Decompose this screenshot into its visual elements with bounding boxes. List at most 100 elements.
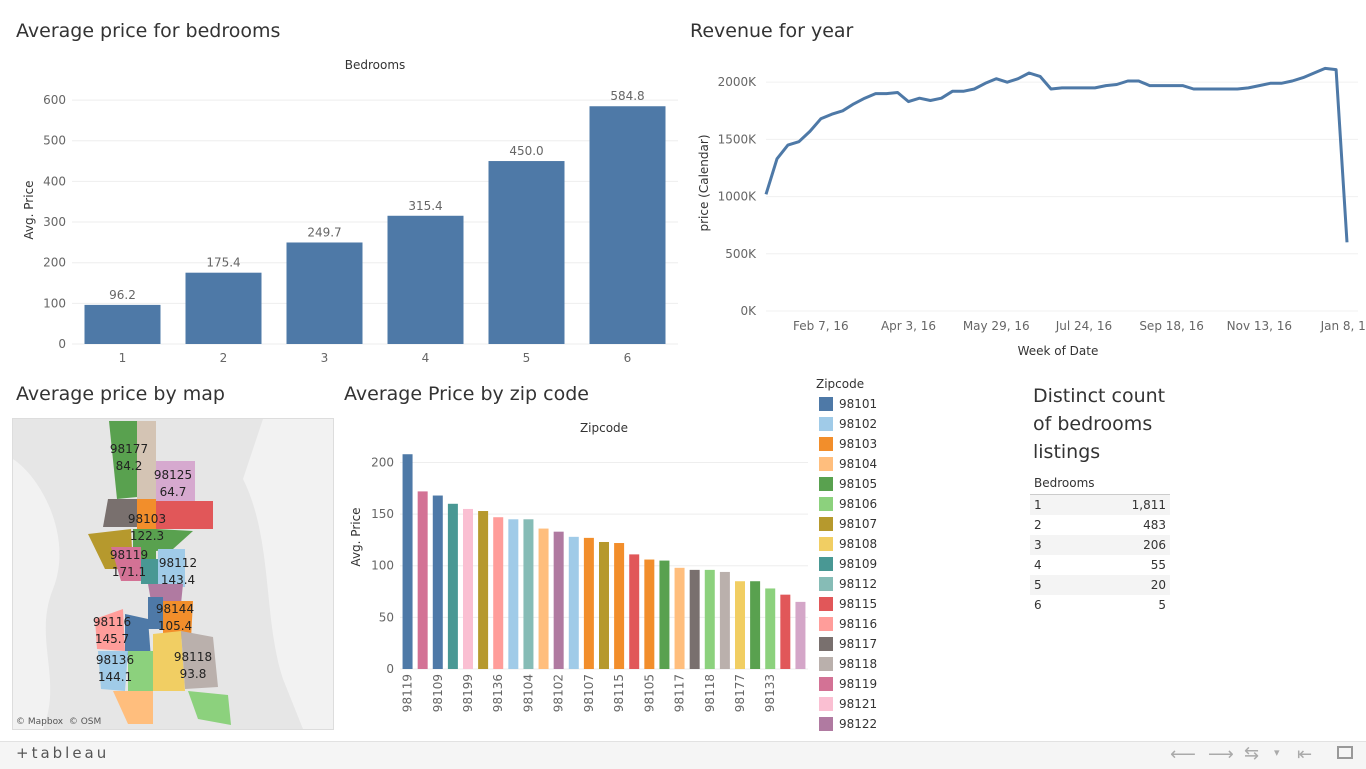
zip-bar[interactable]	[765, 588, 776, 669]
count-cell: 206	[1143, 538, 1166, 552]
distinct-count-table: Bedrooms 1 1,811 2 483 3 206 4 55 5 20 6 5	[1030, 476, 1170, 615]
zip-bar[interactable]	[719, 571, 730, 669]
zip-bar[interactable]	[750, 581, 761, 669]
distinct-count-row[interactable]: 1 1,811	[1030, 495, 1170, 515]
zip-bar[interactable]	[402, 454, 413, 669]
distinct-count-row[interactable]: 65	[1030, 595, 1170, 615]
bedrooms-value-label: 450.0	[509, 144, 543, 158]
zip-bar[interactable]	[568, 536, 579, 669]
zip-bar[interactable]	[674, 567, 685, 669]
pause-icon[interactable]: ⇤	[1297, 744, 1312, 765]
legend-swatch	[819, 497, 833, 511]
legend-item-98101[interactable]: 98101	[816, 394, 996, 414]
legend-label: 98122	[839, 717, 878, 731]
fullscreen-icon[interactable]	[1337, 746, 1353, 759]
zip-bar[interactable]	[795, 601, 806, 669]
revenue-x-tick-label: May 29, 16	[963, 319, 1030, 333]
zip-bar[interactable]	[689, 569, 700, 669]
zip-bar[interactable]	[478, 511, 489, 669]
zip-bar[interactable]	[447, 503, 458, 669]
legend-item-98102[interactable]: 98102	[816, 414, 996, 434]
legend-label: 98105	[839, 477, 878, 491]
zip-bar[interactable]	[614, 543, 625, 669]
zip-y-tick-label: 100	[371, 559, 394, 573]
map-zip-label: 98177	[110, 442, 148, 456]
legend-item-98116[interactable]: 98116	[816, 614, 996, 634]
bedrooms-y-tick-label: 400	[43, 174, 66, 188]
legend-swatch	[819, 717, 833, 731]
map-value-label: 143.4	[161, 573, 195, 587]
legend-item-98119[interactable]: 98119	[816, 674, 996, 694]
legend-item-98121[interactable]: 98121	[816, 694, 996, 714]
legend-item-98106[interactable]: 98106	[816, 494, 996, 514]
redo-icon[interactable]: ⟶	[1208, 744, 1234, 765]
zip-bar[interactable]	[417, 491, 428, 669]
bedrooms-y-tick-label: 500	[43, 134, 66, 148]
map-canvas[interactable]: 98177 84.2 98125 64.7 98103 122.3 98119 171.1 98…	[13, 419, 333, 729]
bedrooms-bar[interactable]	[84, 304, 161, 344]
legend-item-98122[interactable]: 98122	[816, 714, 996, 734]
zip-bar[interactable]	[780, 594, 791, 669]
legend-item-98115[interactable]: 98115	[816, 594, 996, 614]
distinct-count-row[interactable]: 2 483	[1030, 515, 1170, 535]
zip-bar[interactable]	[629, 554, 640, 669]
zip-axis-header: Zipcode	[580, 421, 628, 435]
legend-item-98118[interactable]: 98118	[816, 654, 996, 674]
bedrooms-bar[interactable]	[488, 161, 565, 344]
zip-bar[interactable]	[599, 541, 609, 669]
zip-bar[interactable]	[493, 517, 504, 669]
map-attribution[interactable]: © Mapbox © OSM	[16, 717, 101, 727]
bedrooms-bar[interactable]	[286, 242, 363, 344]
legend-item-98107[interactable]: 98107	[816, 514, 996, 534]
bedrooms-bar[interactable]	[589, 106, 666, 345]
legend-item-98104[interactable]: 98104	[816, 454, 996, 474]
legend-label: 98108	[839, 537, 878, 551]
zip-bar[interactable]	[553, 531, 564, 669]
legend-item-98103[interactable]: 98103	[816, 434, 996, 454]
bedrooms-y-tick-label: 100	[43, 296, 66, 310]
zip-bar[interactable]	[508, 519, 519, 669]
revert-icon[interactable]: ⇆	[1244, 743, 1259, 764]
zip-bar[interactable]	[523, 519, 534, 669]
tableau-logo[interactable]: +tableau	[16, 744, 109, 762]
map-value-label: 84.2	[116, 459, 143, 473]
revenue-chart-title: Revenue for year	[690, 20, 854, 42]
legend-item-98108[interactable]: 98108	[816, 534, 996, 554]
map-zip-label: 98119	[110, 548, 148, 562]
bedrooms-bar[interactable]	[185, 272, 262, 344]
legend-label: 98109	[839, 557, 878, 571]
map-value-label: 145.7	[95, 632, 129, 646]
revenue-series-line	[764, 66, 1349, 243]
legend-item-98112[interactable]: 98112	[816, 574, 996, 594]
zip-bar[interactable]	[704, 569, 715, 669]
zip-bar[interactable]	[463, 508, 473, 669]
revenue-y-tick-label: 2000K	[718, 75, 758, 89]
zip-bar[interactable]	[735, 581, 745, 669]
bedrooms-cell: 3	[1034, 538, 1042, 552]
legend-swatch	[819, 677, 833, 691]
bedrooms-x-tick-label: 1	[119, 351, 127, 365]
legend-item-98109[interactable]: 98109	[816, 554, 996, 574]
zip-bar[interactable]	[644, 559, 655, 669]
zip-bar-chart: Zipcode Avg. Price 0 50 100 150 200 98119 981…	[349, 421, 808, 712]
distinct-count-row[interactable]: 4 55	[1030, 555, 1170, 575]
legend-item-98117[interactable]: 98117	[816, 634, 996, 654]
bedrooms-value-label: 249.7	[307, 225, 341, 239]
legend-item-98105[interactable]: 98105	[816, 474, 996, 494]
map-title: Average price by map	[16, 383, 225, 405]
revenue-y-tick-label: 500K	[725, 247, 757, 261]
distinct-count-row[interactable]: 3 206	[1030, 535, 1170, 555]
zip-bar[interactable]	[538, 528, 549, 669]
undo-icon[interactable]: ⟵	[1170, 744, 1196, 765]
zip-x-tick-label: 98118	[703, 674, 717, 712]
dropdown-icon[interactable]: ▾	[1274, 746, 1280, 759]
bedrooms-bar[interactable]	[387, 215, 464, 344]
legend-swatch	[819, 437, 833, 451]
legend-swatch	[819, 537, 833, 551]
distinct-count-row[interactable]: 5 20	[1030, 575, 1170, 595]
zip-bar[interactable]	[432, 495, 443, 669]
zip-bar[interactable]	[583, 537, 594, 669]
bedrooms-cell: 2	[1034, 518, 1042, 532]
zip-bar[interactable]	[659, 560, 670, 669]
price-map[interactable]: 98177 84.2 98125 64.7 98103 122.3 98119 171.1 98…	[12, 418, 334, 730]
